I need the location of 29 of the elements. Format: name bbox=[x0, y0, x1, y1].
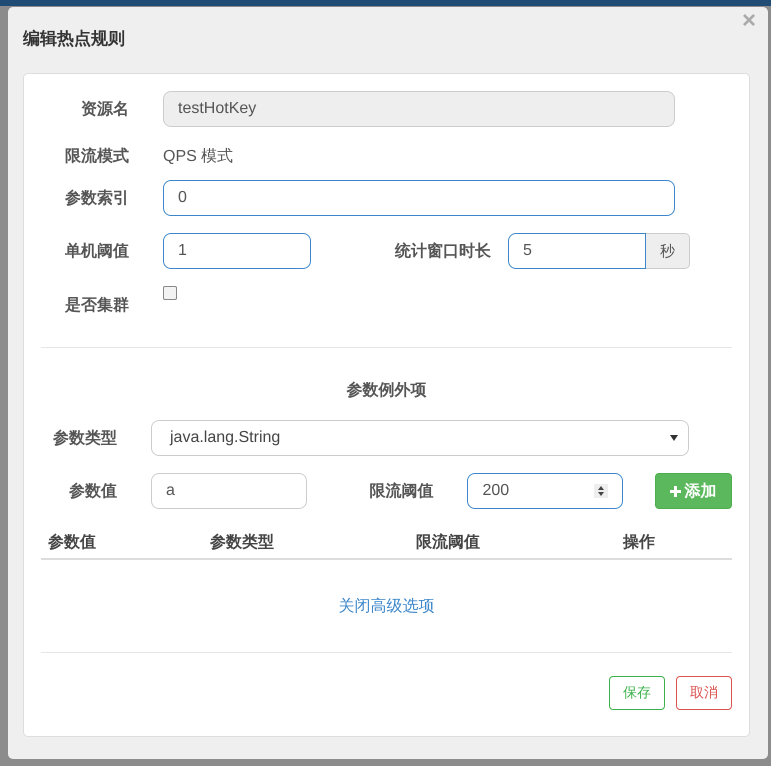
column-header: 参数类型 bbox=[209, 532, 275, 552]
field-label: 资源名 bbox=[80, 100, 129, 120]
field-label: 限流阈值 bbox=[368, 481, 434, 502]
field-label: 参数类型 bbox=[52, 428, 117, 448]
field-label: 统计窗口时长 bbox=[394, 241, 491, 262]
column-header: 操作 bbox=[622, 532, 655, 552]
limit-input[interactable]: 200 bbox=[467, 473, 623, 509]
caret-icon bbox=[670, 435, 678, 441]
mode-value: QPS 模式 bbox=[163, 146, 234, 166]
threshold-input[interactable]: 1 bbox=[163, 233, 311, 269]
section-title: 参数例外项 bbox=[346, 380, 428, 401]
window-input[interactable]: 5 bbox=[508, 233, 646, 269]
field-label: 单机阈值 bbox=[64, 242, 129, 262]
advanced-options-link[interactable]: 关闭高级选项 bbox=[338, 596, 434, 616]
param-index-input[interactable]: 0 bbox=[163, 180, 675, 216]
param-value-input[interactable]: a bbox=[151, 473, 307, 509]
param-type-select[interactable]: java.lang.String bbox=[151, 420, 689, 456]
cluster-checkbox[interactable] bbox=[163, 286, 177, 300]
column-header: 参数值 bbox=[47, 532, 97, 552]
dialog-title: 编辑热点规则 bbox=[23, 28, 125, 50]
spinner-icon bbox=[594, 484, 608, 498]
cancel-button[interactable]: 取消 bbox=[676, 676, 732, 710]
field-label: 是否集群 bbox=[64, 296, 129, 316]
field-label: 参数索引 bbox=[64, 188, 129, 208]
unit-addon: 秒 bbox=[646, 233, 690, 269]
column-header: 限流阈值 bbox=[415, 532, 481, 552]
plus-icon bbox=[670, 486, 682, 496]
field-label: 限流模式 bbox=[64, 146, 129, 166]
field-label: 参数值 bbox=[68, 481, 117, 502]
